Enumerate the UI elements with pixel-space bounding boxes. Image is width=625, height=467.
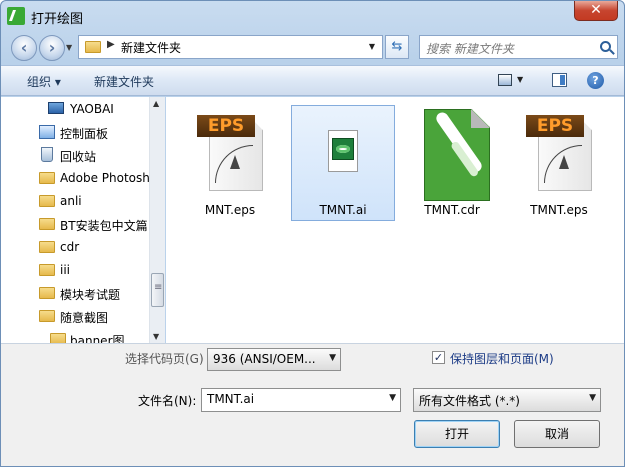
file-list: EPS MNT.eps TMNT.ai TMNT.cdr EPS TMNT.ep… [166, 97, 624, 343]
nav-item-bt[interactable]: BT安装包中文篇 [1, 213, 149, 235]
nav-item-yaobai[interactable]: YAOBAI [1, 98, 149, 120]
search-icon[interactable] [600, 41, 611, 52]
forward-button[interactable]: › [39, 35, 65, 61]
folder-icon [39, 195, 55, 207]
file-type-select[interactable]: 所有文件格式 (*.*) ▼ [413, 388, 601, 412]
nav-item-label: anli [60, 194, 82, 208]
scroll-thumb[interactable] [151, 273, 164, 307]
search-input[interactable]: 搜索 新建文件夹 [419, 35, 618, 59]
eps-badge: EPS [526, 115, 584, 137]
folder-icon [39, 172, 55, 184]
folder-icon [39, 241, 55, 253]
file-item-tmnt-eps[interactable]: EPS TMNT.eps [507, 105, 611, 221]
nav-item-label: cdr [60, 240, 80, 254]
open-drawing-dialog: 打开绘图 ✕ ‹ › ▼ ▶ 新建文件夹 ▼ ⇆ 搜索 新建文件夹 组织 ▾ 新… [0, 0, 625, 467]
file-item-mnt-eps[interactable]: EPS MNT.eps [178, 105, 282, 221]
chevron-right-icon[interactable]: ▶ [107, 39, 115, 50]
back-button[interactable]: ‹ [11, 35, 37, 61]
nav-item-adobe-photoshop[interactable]: Adobe Photosh [1, 167, 149, 189]
preview-pane-icon[interactable] [552, 73, 567, 87]
folder-icon [39, 287, 55, 299]
codepage-label: 选择代码页(G) [125, 352, 204, 366]
help-icon[interactable]: ? [587, 72, 604, 89]
filename-label: 文件名(N): [138, 394, 197, 408]
breadcrumb[interactable]: 新建文件夹 [121, 39, 181, 56]
eps-badge: EPS [197, 115, 255, 137]
toolbar: 组织 ▾ 新建文件夹 ▼ ? [1, 65, 624, 96]
file-item-tmnt-ai[interactable]: TMNT.ai [291, 105, 395, 221]
nav-item-label: Adobe Photosh [60, 171, 149, 185]
codepage-select[interactable]: 936 (ANSI/OEM... ▼ [207, 348, 341, 371]
new-folder-button[interactable]: 新建文件夹 [94, 73, 154, 90]
folder-icon [39, 264, 55, 276]
nav-item-label: YAOBAI [70, 102, 114, 116]
codepage-value: 936 (ANSI/OEM... [213, 352, 316, 366]
nav-item-label: 模块考试题 [60, 288, 121, 302]
nav-item-label: 随意截图 [60, 311, 109, 325]
nav-item-cdr[interactable]: cdr [1, 236, 149, 258]
nav-item-anli[interactable]: anli [1, 190, 149, 212]
window-title: 打开绘图 [31, 12, 84, 27]
keep-layers-label[interactable]: 保持图层和页面(M) [450, 350, 554, 367]
nav-item-label: 控制面板 [60, 127, 109, 141]
nav-item-control-panel[interactable]: 控制面板 [1, 121, 149, 143]
nav-item-iii[interactable]: iii [1, 259, 149, 281]
filename-field[interactable]: TMNT.ai ▼ [201, 388, 401, 412]
control-panel-icon [39, 125, 55, 139]
change-view-icon[interactable] [498, 74, 512, 86]
organize-button[interactable]: 组织 ▾ [27, 73, 61, 90]
nav-item-recycle-bin[interactable]: 回收站 [1, 144, 149, 166]
coreldraw-app-icon [7, 7, 25, 25]
close-button[interactable]: ✕ [574, 1, 618, 21]
address-bar[interactable]: ▶ 新建文件夹 ▼ [78, 35, 383, 59]
file-name: TMNT.eps [530, 203, 588, 217]
bottom-panel: 选择代码页(G) 936 (ANSI/OEM... ▼ ✓ 保持图层和页面(M)… [1, 343, 624, 466]
cancel-button[interactable]: 取消 [514, 420, 600, 448]
title-bar: 打开绘图 ✕ [1, 1, 624, 31]
nav-item-label: 回收站 [60, 150, 97, 164]
search-placeholder: 搜索 新建文件夹 [426, 42, 514, 56]
nav-item-exam[interactable]: 模块考试题 [1, 282, 149, 304]
file-name: TMNT.ai [319, 203, 367, 217]
nav-item-screenshots[interactable]: 随意截图 [1, 305, 149, 327]
nav-scrollbar[interactable]: ▲ ▼ [149, 97, 165, 343]
eye-icon [332, 138, 354, 160]
recycle-bin-icon [41, 147, 53, 162]
refresh-button[interactable]: ⇆ [385, 35, 409, 59]
nav-item-label: BT安装包中文篇 [60, 219, 148, 233]
file-name: TMNT.cdr [424, 203, 480, 217]
folder-icon [85, 41, 101, 53]
filename-value[interactable]: TMNT.ai [207, 392, 254, 406]
file-item-tmnt-cdr[interactable]: TMNT.cdr [400, 105, 504, 221]
navigation-pane: YAOBAI 控制面板 回收站 Adobe Photosh anli BT安装包… [1, 97, 165, 348]
chevron-down-icon[interactable]: ▼ [389, 393, 396, 403]
view-chevron-down-icon[interactable]: ▼ [517, 75, 523, 84]
scroll-down-icon[interactable]: ▼ [153, 332, 159, 341]
computer-icon [48, 102, 64, 114]
folder-icon [39, 310, 55, 322]
file-type-value: 所有文件格式 (*.*) [419, 394, 520, 408]
recent-locations-chevron-down-icon[interactable]: ▼ [66, 43, 74, 53]
folder-icon [39, 218, 55, 230]
file-name: MNT.eps [204, 203, 256, 217]
chevron-down-icon[interactable]: ▼ [589, 393, 596, 403]
nav-item-label: iii [60, 263, 71, 277]
chevron-down-icon[interactable]: ▼ [329, 353, 336, 363]
open-button[interactable]: 打开 [414, 420, 500, 448]
address-chevron-down-icon[interactable]: ▼ [364, 38, 380, 56]
keep-layers-checkbox[interactable]: ✓ [432, 351, 445, 364]
scroll-up-icon[interactable]: ▲ [153, 99, 159, 108]
